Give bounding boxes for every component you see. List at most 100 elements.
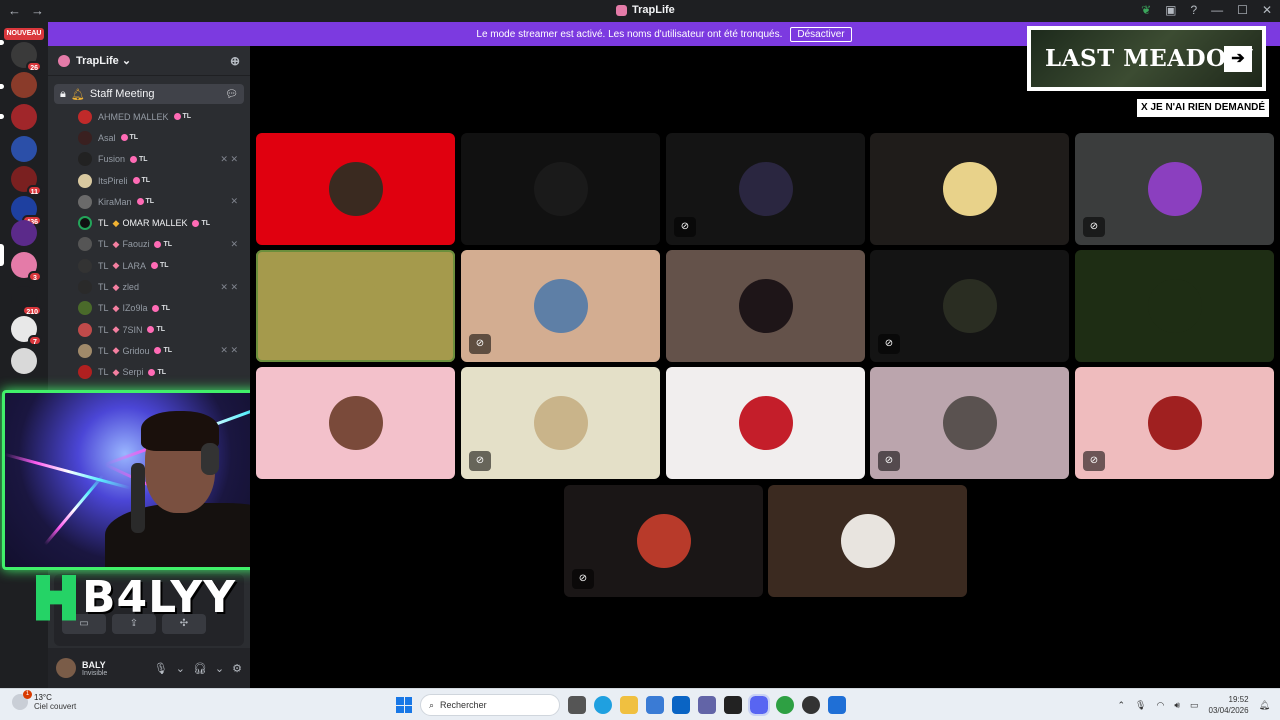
participant-tile-speaking[interactable] (256, 250, 455, 362)
member-item[interactable]: TL ◆ Serpi TL (48, 362, 250, 383)
member-item[interactable]: TL ◆ 7SIN TL (48, 319, 250, 340)
chevron-down-icon[interactable]: ⌄ (176, 662, 185, 675)
teams-icon[interactable] (698, 696, 716, 714)
minimize-button[interactable]: — (1211, 3, 1223, 17)
member-item[interactable]: TL ◆ IZo9la TL (48, 298, 250, 319)
avatar (533, 396, 588, 450)
participant-tile[interactable] (870, 133, 1069, 245)
unread-indicator (0, 84, 4, 89)
member-item-speaking[interactable]: TL ◆ OMAR MALLEK TL (48, 212, 250, 233)
muted-icon: ✕ (230, 238, 238, 249)
participant-tile[interactable] (256, 367, 455, 479)
new-badge[interactable]: NOUVEAU (4, 28, 44, 40)
member-item[interactable]: TL ◆ zled ✕ ✕ (48, 276, 250, 297)
participant-tile[interactable] (768, 485, 967, 597)
leaf-icon[interactable]: ❦ (1141, 3, 1151, 17)
edge-icon[interactable] (594, 696, 612, 714)
voice-channel-staff-meeting[interactable]: 🔒︎ 🔔︎ Staff Meeting 💬︎ (54, 84, 244, 104)
microphone-tray-icon[interactable]: 🎙︎ (1135, 700, 1146, 711)
server-icon-10[interactable]: 7 (11, 316, 42, 346)
discord-icon[interactable] (748, 694, 770, 716)
member-item[interactable]: KiraMan TL ✕ (48, 191, 250, 212)
maximize-button[interactable]: ☐ (1237, 3, 1248, 17)
add-member-icon[interactable]: ⊕ (230, 54, 240, 68)
avatar (328, 396, 383, 450)
member-item[interactable]: TL ◆ Faouzi TL ✕ (48, 234, 250, 255)
participant-tile[interactable]: ⊘ (870, 250, 1069, 362)
close-button[interactable]: ✕ (1262, 3, 1272, 17)
system-tray: ⌃ 🎙︎ ◠ 🔊︎ ▭ 19:52 03/04/2026 🔔︎ (1117, 694, 1270, 716)
server-icon-9[interactable]: 210 (11, 286, 42, 316)
user-info[interactable]: BALY Invisible (82, 660, 107, 677)
server-icon-4[interactable] (11, 136, 37, 162)
participant-tile[interactable] (461, 133, 660, 245)
server-icon-5[interactable]: 11 (11, 166, 42, 196)
notification-bell-icon[interactable]: 🔔︎ (1259, 700, 1270, 711)
participant-tile[interactable] (1075, 250, 1274, 362)
avatar (78, 322, 92, 337)
microphone-icon[interactable]: 🎙︎ (154, 662, 168, 675)
server-icon-6[interactable]: 436 (11, 196, 42, 226)
server-icon-1[interactable]: 26 (11, 42, 42, 72)
terminal-icon[interactable] (724, 696, 742, 714)
task-view-icon[interactable] (568, 696, 586, 714)
server-icon-2[interactable] (11, 72, 37, 98)
wifi-icon[interactable]: ◠ (1156, 700, 1164, 711)
shield-app-icon[interactable] (828, 696, 846, 714)
chrome-icon[interactable] (776, 696, 794, 714)
help-icon[interactable]: ? (1190, 3, 1197, 17)
participant-tile[interactable]: ⊘ (461, 250, 660, 362)
participant-tile[interactable]: ⊘ (564, 485, 763, 597)
headphones-icon[interactable]: 🎧︎ (193, 662, 207, 675)
store-icon[interactable] (646, 696, 664, 714)
selected-indicator (0, 244, 4, 266)
participant-tile[interactable]: ⊘ (666, 133, 865, 245)
member-item[interactable]: AHMED MALLEK TL (48, 106, 250, 127)
battery-icon[interactable]: ▭ (1190, 700, 1199, 711)
chevron-up-icon[interactable]: ⌃ (1117, 700, 1125, 711)
member-item[interactable]: TL ◆ LARA TL (48, 255, 250, 276)
participant-tile[interactable]: ⊘ (461, 367, 660, 479)
overlay-title: LAST MEADOW (1045, 45, 1253, 72)
member-item[interactable]: ItsPireli TL (48, 170, 250, 191)
volume-icon[interactable]: 🔊︎ (1174, 700, 1180, 711)
forward-arrow-icon[interactable]: → (31, 3, 44, 18)
overlay-subtitle: X JE N'AI RIEN DEMANDÉ (1137, 99, 1270, 117)
file-explorer-icon[interactable] (620, 696, 638, 714)
obs-icon[interactable] (802, 696, 820, 714)
deafened-icon: ⊘ (674, 217, 696, 237)
participant-tile[interactable] (666, 367, 865, 479)
chat-bubble-icon[interactable]: 💬︎ (225, 89, 238, 100)
avatar (1147, 396, 1202, 450)
participant-tile[interactable] (666, 250, 865, 362)
outlook-icon[interactable] (672, 696, 690, 714)
gear-icon[interactable]: ⚙ (232, 662, 242, 675)
avatar (738, 279, 793, 333)
server-icon-3[interactable] (11, 104, 37, 130)
participant-tile[interactable]: ⊘ (1075, 367, 1274, 479)
server-icon-traplife[interactable]: 3 (11, 252, 42, 282)
back-arrow-icon[interactable]: ← (8, 3, 21, 18)
role-tag: TL (121, 134, 139, 141)
chevron-down-icon[interactable]: ⌄ (215, 662, 224, 675)
windows-start-icon[interactable] (396, 697, 412, 713)
member-name: AHMED MALLEK (98, 111, 169, 122)
participant-tile[interactable] (256, 133, 455, 245)
avatar (78, 258, 92, 273)
guild-header[interactable]: TrapLife ⌄ ⊕ (48, 46, 250, 76)
member-item[interactable]: Asal TL (48, 127, 250, 148)
member-name: KiraMan (98, 196, 132, 207)
server-icon-11[interactable] (11, 348, 37, 374)
avatar[interactable] (56, 658, 76, 678)
avatar (78, 365, 92, 380)
clock[interactable]: 19:52 03/04/2026 (1209, 694, 1249, 716)
participant-tile[interactable]: ⊘ (870, 367, 1069, 479)
taskbar-search[interactable]: ⌕ Rechercher (420, 694, 560, 716)
server-icon-7[interactable] (11, 220, 37, 246)
member-item[interactable]: Fusion TL ✕ ✕ (48, 149, 250, 170)
inbox-icon[interactable]: ▣ (1165, 3, 1176, 17)
member-item[interactable]: TL ◆ Gridou TL ✕ ✕ (48, 340, 250, 361)
participant-tile[interactable]: ⊘ (1075, 133, 1274, 245)
weather-widget[interactable]: 1 13°C Ciel couvert (12, 690, 76, 711)
disable-streamer-button[interactable]: Désactiver (790, 26, 852, 42)
